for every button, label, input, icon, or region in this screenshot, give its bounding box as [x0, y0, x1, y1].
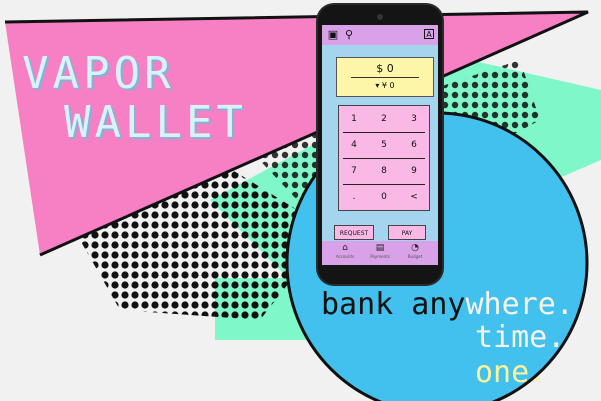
tagline-line2: time. — [475, 320, 566, 355]
brand-title-line2: WALLET — [64, 97, 247, 148]
key-8[interactable]: 8 — [369, 158, 399, 184]
search-icon[interactable]: ⚲ — [342, 28, 356, 42]
bottom-nav: ⌂ Accounts ▤ Payments ◔ Budget — [322, 241, 438, 265]
app-screen: ▣ ⚲ A $ 0 ▾ ¥ 0 1 2 3 4 5 6 7 8 9 . 0 < … — [322, 25, 438, 265]
key-decimal[interactable]: . — [339, 184, 369, 210]
key-2[interactable]: 2 — [369, 106, 399, 132]
tagline-line3: one. — [475, 355, 548, 390]
account-icon[interactable]: A — [424, 29, 434, 39]
tagline-part-b: where. — [465, 287, 574, 322]
amount-primary: $ 0 — [376, 62, 394, 75]
nav-item-budget[interactable]: ◔ Budget — [400, 243, 430, 263]
amount-display: $ 0 ▾ ¥ 0 — [336, 57, 434, 97]
key-5[interactable]: 5 — [369, 132, 399, 158]
key-3[interactable]: 3 — [399, 106, 429, 132]
app-toolbar: ▣ ⚲ A — [322, 25, 438, 45]
bank-icon: ⌂ — [342, 243, 348, 253]
key-1[interactable]: 1 — [339, 106, 369, 132]
request-button[interactable]: REQUEST — [334, 225, 374, 240]
qr-scan-icon[interactable]: ▣ — [326, 28, 340, 42]
key-7[interactable]: 7 — [339, 158, 369, 184]
key-0[interactable]: 0 — [369, 184, 399, 210]
nav-label: Accounts — [335, 254, 355, 259]
nav-label: Payments — [370, 254, 390, 259]
amount-divider — [351, 77, 419, 78]
camera-icon — [377, 14, 383, 20]
nav-label: Budget — [407, 254, 423, 259]
pay-button[interactable]: PAY — [388, 225, 426, 240]
currency-select[interactable]: ▾ ¥ 0 — [337, 81, 433, 90]
nav-item-accounts[interactable]: ⌂ Accounts — [330, 243, 360, 263]
brand-title-line1: VAPOR — [22, 48, 175, 99]
key-4[interactable]: 4 — [339, 132, 369, 158]
nav-item-payments[interactable]: ▤ Payments — [365, 243, 395, 263]
payments-icon: ▤ — [375, 243, 385, 253]
budget-icon: ◔ — [411, 243, 419, 253]
phone-mockup: ▣ ⚲ A $ 0 ▾ ¥ 0 1 2 3 4 5 6 7 8 9 . 0 < … — [318, 5, 442, 284]
key-6[interactable]: 6 — [399, 132, 429, 158]
tagline-line1: bank anywhere. — [321, 290, 574, 320]
key-backspace[interactable]: < — [399, 184, 429, 210]
keypad: 1 2 3 4 5 6 7 8 9 . 0 < — [338, 105, 430, 211]
key-9[interactable]: 9 — [399, 158, 429, 184]
tagline-part-a: bank any — [321, 287, 466, 322]
